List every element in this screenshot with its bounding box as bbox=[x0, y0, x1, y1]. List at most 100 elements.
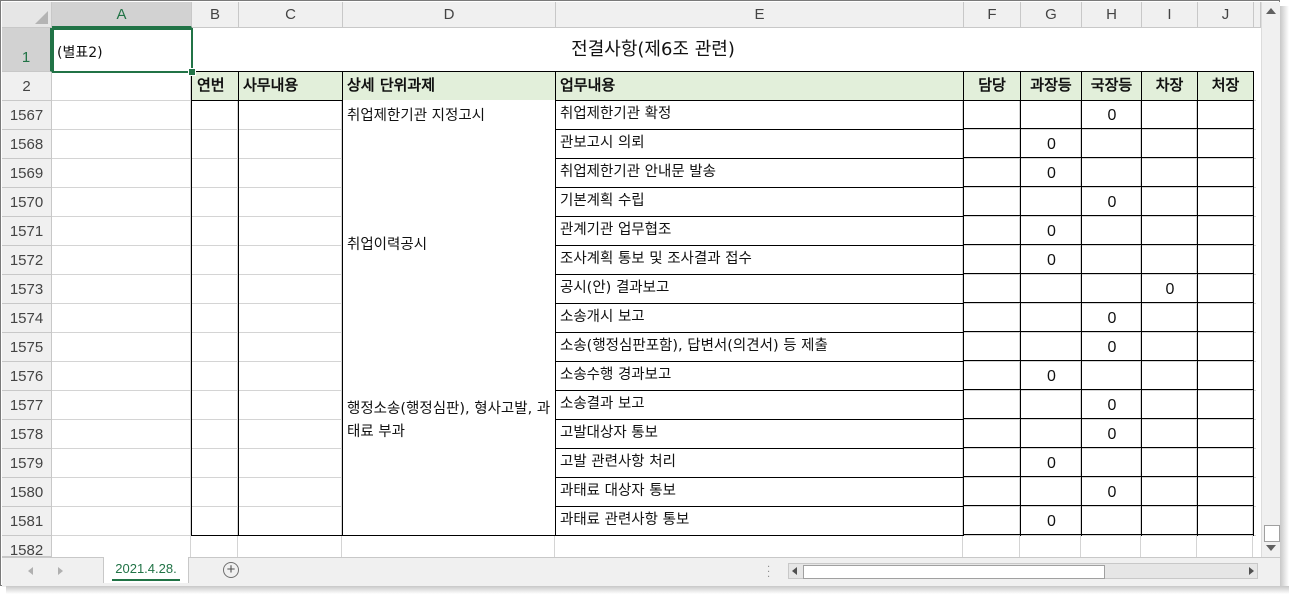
mark-vice-head[interactable] bbox=[1142, 190, 1198, 216]
vertical-scrollbar[interactable] bbox=[1261, 2, 1280, 557]
row-header[interactable]: 1576 bbox=[2, 362, 52, 391]
scroll-up-arrow-icon[interactable] bbox=[1266, 8, 1276, 14]
row-header[interactable]: 1579 bbox=[2, 449, 52, 478]
work-cell[interactable]: 소송(행정심판포함), 답변서(의견서) 등 제출 bbox=[556, 332, 964, 362]
mark-director[interactable]: 0 bbox=[1082, 480, 1142, 506]
row-header[interactable]: 1578 bbox=[2, 420, 52, 449]
mark-vice-head[interactable] bbox=[1142, 103, 1198, 129]
mark-director[interactable]: 0 bbox=[1082, 335, 1142, 361]
mark-vice-head[interactable] bbox=[1142, 509, 1198, 535]
mark-section-chief[interactable] bbox=[1021, 190, 1082, 216]
header-director[interactable]: 국장등 bbox=[1082, 71, 1142, 101]
col-header-d[interactable]: D bbox=[343, 2, 556, 28]
mark-section-chief[interactable] bbox=[1021, 422, 1082, 448]
work-cell[interactable]: 공시(안) 결과보고 bbox=[556, 274, 964, 304]
cell-grid[interactable]: (별표2) 전결사항(제6조 관련) 연번 사무내용 상세 단위과제 업무내용 … bbox=[52, 28, 1256, 557]
mark-section-chief[interactable]: 0 bbox=[1021, 219, 1082, 245]
title-cell[interactable]: 전결사항(제6조 관련) bbox=[192, 28, 964, 72]
mark-vice-head[interactable] bbox=[1142, 451, 1198, 477]
header-vice-head[interactable]: 차장 bbox=[1142, 71, 1198, 101]
row-header[interactable]: 1567 bbox=[2, 101, 52, 130]
work-cell[interactable]: 소송결과 보고 bbox=[556, 390, 964, 420]
mark-section-chief[interactable]: 0 bbox=[1021, 451, 1082, 477]
col-header-e[interactable]: E bbox=[556, 2, 964, 28]
work-cell[interactable]: 기본계획 수립 bbox=[556, 187, 964, 217]
header-staff[interactable]: 담당 bbox=[964, 71, 1021, 101]
mark-section-chief[interactable]: 0 bbox=[1021, 161, 1082, 187]
mark-section-chief[interactable]: 0 bbox=[1021, 509, 1082, 535]
work-cell[interactable]: 소송개시 보고 bbox=[556, 303, 964, 333]
mark-section-chief[interactable]: 0 bbox=[1021, 132, 1082, 158]
row-header[interactable]: 1572 bbox=[2, 246, 52, 275]
work-cell[interactable]: 취업제한기관 확정 bbox=[556, 100, 964, 130]
work-cell[interactable]: 고발 관련사항 처리 bbox=[556, 448, 964, 478]
horizontal-scrollbar[interactable] bbox=[788, 563, 1258, 579]
mark-vice-head[interactable] bbox=[1142, 306, 1198, 332]
mark-director[interactable] bbox=[1082, 509, 1142, 535]
header-head[interactable]: 처장 bbox=[1198, 71, 1254, 101]
header-detail[interactable]: 상세 단위과제 bbox=[343, 71, 556, 101]
col-header-a[interactable]: A bbox=[52, 2, 192, 28]
work-cell[interactable]: 취업제한기관 안내문 발송 bbox=[556, 158, 964, 188]
mark-section-chief[interactable] bbox=[1021, 335, 1082, 361]
mark-vice-head[interactable] bbox=[1142, 480, 1198, 506]
work-cell[interactable]: 조사계획 통보 및 조사결과 접수 bbox=[556, 245, 964, 275]
col-header-b[interactable]: B bbox=[192, 2, 239, 28]
row-header[interactable]: 1581 bbox=[2, 507, 52, 536]
mark-director[interactable] bbox=[1082, 248, 1142, 274]
mark-director[interactable]: 0 bbox=[1082, 422, 1142, 448]
work-cell[interactable]: 과태료 관련사항 통보 bbox=[556, 506, 964, 536]
header-task[interactable]: 사무내용 bbox=[239, 71, 343, 101]
mark-vice-head[interactable]: 0 bbox=[1142, 277, 1198, 303]
mark-vice-head[interactable] bbox=[1142, 161, 1198, 187]
mark-vice-head[interactable] bbox=[1142, 132, 1198, 158]
header-work[interactable]: 업무내용 bbox=[556, 71, 964, 101]
col-header-i[interactable]: I bbox=[1142, 2, 1198, 28]
mark-vice-head[interactable] bbox=[1142, 219, 1198, 245]
mark-section-chief[interactable] bbox=[1021, 480, 1082, 506]
vertical-scroll-thumb[interactable] bbox=[1264, 525, 1280, 542]
mark-vice-head[interactable] bbox=[1142, 364, 1198, 390]
work-cell[interactable]: 소송수행 경과보고 bbox=[556, 361, 964, 391]
mark-director[interactable]: 0 bbox=[1082, 306, 1142, 332]
mark-director[interactable] bbox=[1082, 364, 1142, 390]
fill-handle[interactable] bbox=[188, 68, 196, 76]
row-header-2[interactable]: 2 bbox=[2, 72, 52, 101]
select-all-corner[interactable] bbox=[2, 2, 52, 28]
col-header-k-partial[interactable] bbox=[1254, 2, 1261, 28]
row-header[interactable]: 1582 bbox=[2, 536, 52, 557]
mark-vice-head[interactable] bbox=[1142, 335, 1198, 361]
detail-group-cell[interactable]: 행정소송(행정심판), 형사고발, 과태료 부과 bbox=[343, 303, 556, 536]
merged-task-cell[interactable] bbox=[239, 100, 343, 536]
sheet-tab-active[interactable]: 2021.4.28. bbox=[103, 557, 189, 583]
mark-director[interactable]: 0 bbox=[1082, 103, 1142, 129]
row-header[interactable]: 1570 bbox=[2, 188, 52, 217]
mark-director[interactable] bbox=[1082, 451, 1142, 477]
mark-director[interactable]: 0 bbox=[1082, 190, 1142, 216]
mark-director[interactable] bbox=[1082, 219, 1142, 245]
row-header[interactable]: 1574 bbox=[2, 304, 52, 333]
row-header[interactable]: 1568 bbox=[2, 130, 52, 159]
row-header[interactable]: 1571 bbox=[2, 217, 52, 246]
work-cell[interactable]: 고발대상자 통보 bbox=[556, 419, 964, 449]
detail-group-cell[interactable]: 취업이력공시 bbox=[343, 187, 556, 304]
scroll-down-arrow-icon[interactable] bbox=[1266, 545, 1276, 551]
row-header[interactable]: 1580 bbox=[2, 478, 52, 507]
mark-vice-head[interactable] bbox=[1142, 393, 1198, 419]
mark-director[interactable] bbox=[1082, 161, 1142, 187]
row-header[interactable]: 1569 bbox=[2, 159, 52, 188]
tab-scroll-left-icon[interactable] bbox=[28, 567, 33, 575]
mark-vice-head[interactable] bbox=[1142, 248, 1198, 274]
detail-group-cell[interactable]: 취업제한기관 지정고시 bbox=[343, 100, 556, 188]
col-header-j[interactable]: J bbox=[1198, 2, 1254, 28]
work-cell[interactable]: 과태료 대상자 통보 bbox=[556, 477, 964, 507]
work-cell[interactable]: 관계기관 업무협조 bbox=[556, 216, 964, 246]
col-header-g[interactable]: G bbox=[1021, 2, 1082, 28]
mark-director[interactable]: 0 bbox=[1082, 393, 1142, 419]
merged-serial-cell[interactable] bbox=[191, 100, 239, 536]
tab-scroll-right-icon[interactable] bbox=[58, 567, 63, 575]
mark-director[interactable] bbox=[1082, 277, 1142, 303]
mark-section-chief[interactable]: 0 bbox=[1021, 248, 1082, 274]
horizontal-scroll-thumb[interactable] bbox=[803, 565, 1105, 579]
scroll-right-arrow-icon[interactable] bbox=[1249, 567, 1254, 575]
